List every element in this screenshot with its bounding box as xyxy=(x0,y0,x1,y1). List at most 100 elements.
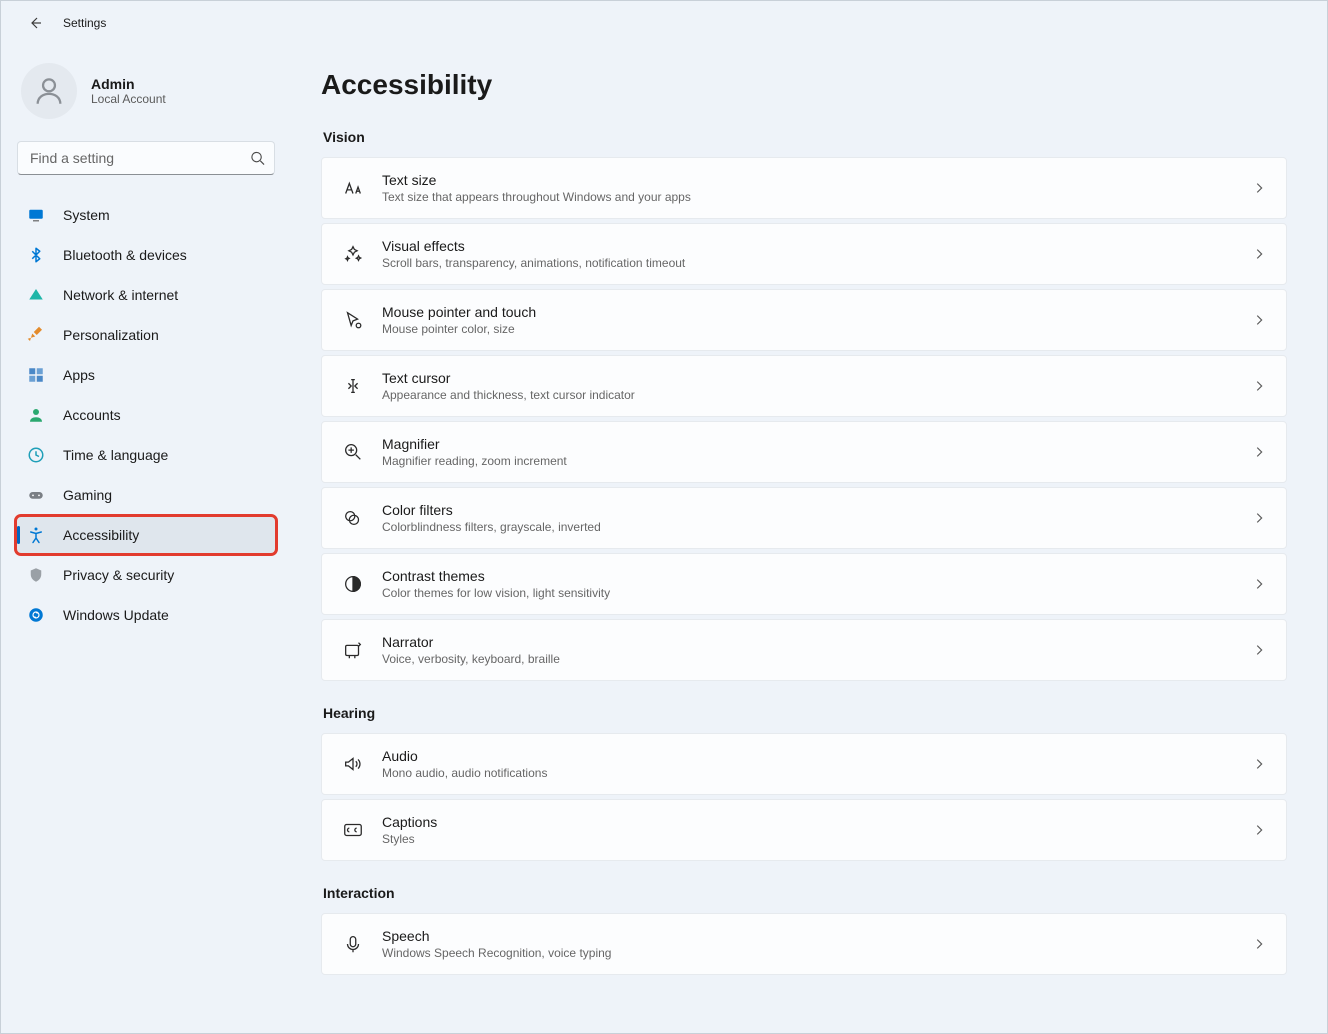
mousepointer-icon xyxy=(340,307,366,333)
chevron-right-icon xyxy=(1252,643,1266,657)
bluetooth-icon xyxy=(27,246,45,264)
card-sub: Magnifier reading, zoom increment xyxy=(382,454,1252,468)
chevron-right-icon xyxy=(1252,937,1266,951)
sidebar: Admin Local Account System Bluetooth & de… xyxy=(1,41,291,1033)
accounts-icon xyxy=(27,406,45,424)
search-icon xyxy=(250,151,265,166)
sidebar-item-system[interactable]: System xyxy=(17,197,275,233)
sidebar-item-privacy[interactable]: Privacy & security xyxy=(17,557,275,593)
privacy-icon xyxy=(27,566,45,584)
card-title: Magnifier xyxy=(382,436,1252,452)
magnifier-icon xyxy=(340,439,366,465)
content: Accessibility Vision Text size Text size… xyxy=(291,41,1327,1033)
gaming-icon xyxy=(27,486,45,504)
card-sub: Appearance and thickness, text cursor in… xyxy=(382,388,1252,402)
sidebar-item-update[interactable]: Windows Update xyxy=(17,597,275,633)
colorfilters-icon xyxy=(340,505,366,531)
sidebar-item-label: Windows Update xyxy=(63,607,169,623)
textsize-icon xyxy=(340,175,366,201)
setting-card-speech[interactable]: Speech Windows Speech Recognition, voice… xyxy=(321,913,1287,975)
chevron-right-icon xyxy=(1252,577,1266,591)
textcursor-icon xyxy=(340,373,366,399)
section-title: Interaction xyxy=(323,885,1287,901)
sidebar-item-label: Accessibility xyxy=(63,527,139,543)
setting-card-narrator[interactable]: Narrator Voice, verbosity, keyboard, bra… xyxy=(321,619,1287,681)
chevron-right-icon xyxy=(1252,313,1266,327)
sidebar-item-accessibility[interactable]: Accessibility xyxy=(17,517,275,553)
speech-icon xyxy=(340,931,366,957)
profile-name: Admin xyxy=(91,76,166,92)
card-sub: Styles xyxy=(382,832,1252,846)
personalization-icon xyxy=(27,326,45,344)
card-sub: Voice, verbosity, keyboard, braille xyxy=(382,652,1252,666)
setting-card-textcursor[interactable]: Text cursor Appearance and thickness, te… xyxy=(321,355,1287,417)
card-title: Narrator xyxy=(382,634,1252,650)
search-input[interactable] xyxy=(17,141,275,175)
avatar xyxy=(21,63,77,119)
visualeffects-icon xyxy=(340,241,366,267)
sidebar-item-personalization[interactable]: Personalization xyxy=(17,317,275,353)
captions-icon xyxy=(340,817,366,843)
sidebar-item-label: System xyxy=(63,207,110,223)
sidebar-item-apps[interactable]: Apps xyxy=(17,357,275,393)
sidebar-item-network[interactable]: Network & internet xyxy=(17,277,275,313)
profile-sub: Local Account xyxy=(91,92,166,106)
contrast-icon xyxy=(340,571,366,597)
setting-card-colorfilters[interactable]: Color filters Colorblindness filters, gr… xyxy=(321,487,1287,549)
chevron-right-icon xyxy=(1252,757,1266,771)
sidebar-item-accounts[interactable]: Accounts xyxy=(17,397,275,433)
sidebar-item-label: Network & internet xyxy=(63,287,178,303)
system-icon xyxy=(27,206,45,224)
card-title: Text size xyxy=(382,172,1252,188)
card-title: Mouse pointer and touch xyxy=(382,304,1252,320)
chevron-right-icon xyxy=(1252,445,1266,459)
narrator-icon xyxy=(340,637,366,663)
sidebar-item-bluetooth[interactable]: Bluetooth & devices xyxy=(17,237,275,273)
sidebar-item-label: Time & language xyxy=(63,447,168,463)
sidebar-item-gaming[interactable]: Gaming xyxy=(17,477,275,513)
sidebar-item-label: Personalization xyxy=(63,327,159,343)
accessibility-icon xyxy=(27,526,45,544)
card-title: Captions xyxy=(382,814,1252,830)
card-sub: Text size that appears throughout Window… xyxy=(382,190,1252,204)
card-sub: Color themes for low vision, light sensi… xyxy=(382,586,1252,600)
chevron-right-icon xyxy=(1252,511,1266,525)
person-icon xyxy=(32,74,66,108)
section-title: Hearing xyxy=(323,705,1287,721)
setting-card-visualeffects[interactable]: Visual effects Scroll bars, transparency… xyxy=(321,223,1287,285)
setting-card-contrast[interactable]: Contrast themes Color themes for low vis… xyxy=(321,553,1287,615)
time-icon xyxy=(27,446,45,464)
setting-card-textsize[interactable]: Text size Text size that appears through… xyxy=(321,157,1287,219)
sidebar-item-label: Gaming xyxy=(63,487,112,503)
card-sub: Colorblindness filters, grayscale, inver… xyxy=(382,520,1252,534)
card-title: Speech xyxy=(382,928,1252,944)
sidebar-item-label: Apps xyxy=(63,367,95,383)
profile-block[interactable]: Admin Local Account xyxy=(17,51,275,141)
back-arrow-icon xyxy=(27,15,43,31)
card-title: Audio xyxy=(382,748,1252,764)
chevron-right-icon xyxy=(1252,181,1266,195)
sidebar-item-time[interactable]: Time & language xyxy=(17,437,275,473)
setting-card-audio[interactable]: Audio Mono audio, audio notifications xyxy=(321,733,1287,795)
sidebar-item-label: Bluetooth & devices xyxy=(63,247,187,263)
sidebar-item-label: Privacy & security xyxy=(63,567,174,583)
chevron-right-icon xyxy=(1252,247,1266,261)
audio-icon xyxy=(340,751,366,777)
page-title: Accessibility xyxy=(321,69,1287,101)
setting-card-magnifier[interactable]: Magnifier Magnifier reading, zoom increm… xyxy=(321,421,1287,483)
card-sub: Scroll bars, transparency, animations, n… xyxy=(382,256,1252,270)
card-title: Text cursor xyxy=(382,370,1252,386)
card-sub: Mouse pointer color, size xyxy=(382,322,1252,336)
card-title: Visual effects xyxy=(382,238,1252,254)
chevron-right-icon xyxy=(1252,823,1266,837)
setting-card-mousepointer[interactable]: Mouse pointer and touch Mouse pointer co… xyxy=(321,289,1287,351)
nav-list: System Bluetooth & devices Network & inter… xyxy=(17,197,275,633)
apps-icon xyxy=(27,366,45,384)
sidebar-item-label: Accounts xyxy=(63,407,121,423)
card-sub: Mono audio, audio notifications xyxy=(382,766,1252,780)
card-sub: Windows Speech Recognition, voice typing xyxy=(382,946,1252,960)
setting-card-captions[interactable]: Captions Styles xyxy=(321,799,1287,861)
back-button[interactable] xyxy=(25,13,45,33)
network-icon xyxy=(27,286,45,304)
update-icon xyxy=(27,606,45,624)
